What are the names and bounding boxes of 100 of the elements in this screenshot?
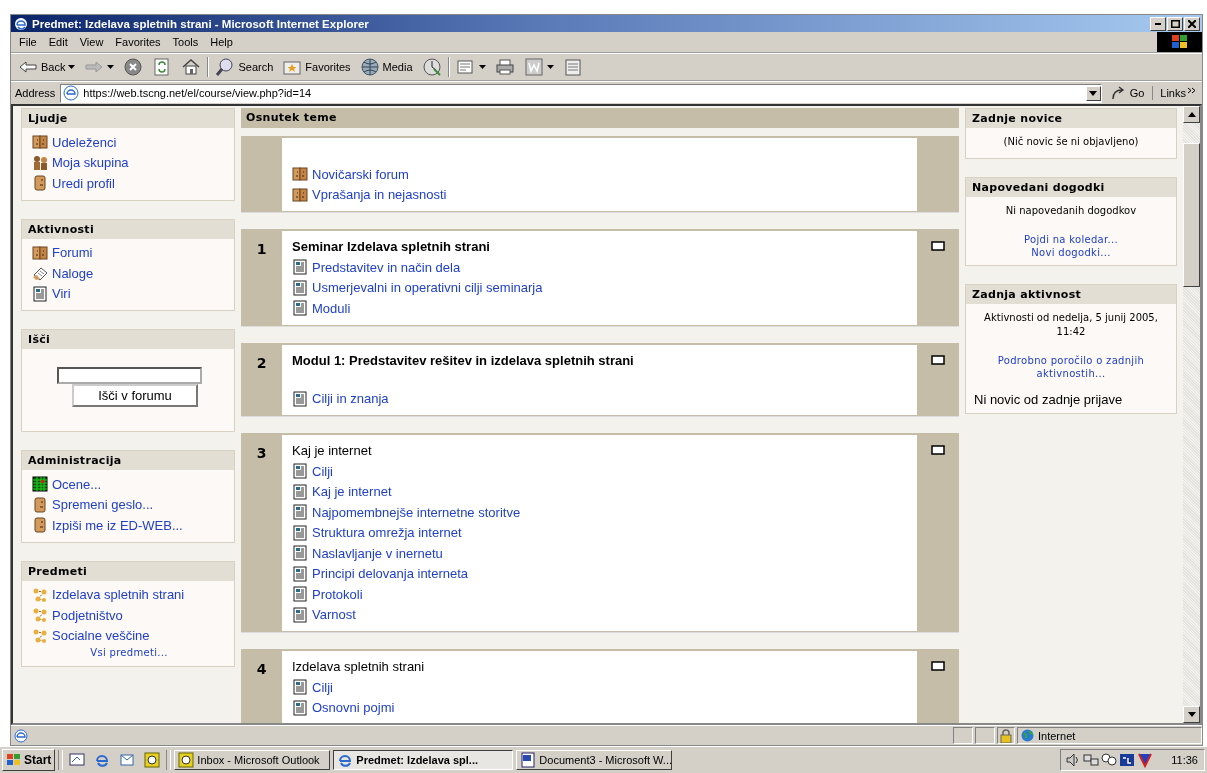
menu-item[interactable]: View xyxy=(73,36,110,48)
block-link[interactable]: Vsi predmeti... xyxy=(90,647,168,658)
scroll-up-button[interactable] xyxy=(1183,106,1200,123)
highlight-icon xyxy=(931,661,945,671)
clock-icon xyxy=(144,752,161,768)
section-link[interactable]: Predstavitev in način dela xyxy=(312,259,461,275)
caret-icon xyxy=(478,65,486,69)
maximize-button[interactable] xyxy=(1167,16,1183,31)
minimize-icon xyxy=(1155,22,1161,25)
document-icon xyxy=(32,285,48,302)
clock-icon xyxy=(421,57,442,77)
block-link[interactable]: Podjetništvo xyxy=(52,607,123,623)
document-icon xyxy=(292,279,308,296)
dropdown-button[interactable] xyxy=(1085,85,1101,101)
block-link[interactable]: Viri xyxy=(52,286,71,302)
caret-icon xyxy=(546,65,554,69)
keyboard-layout-icon xyxy=(1119,752,1136,768)
block-link[interactable]: Spremeni geslo... xyxy=(52,497,154,513)
taskbar-button[interactable]: Predmet: Izdelava spl... xyxy=(333,750,514,770)
section-title: Izdelava spletnih strani xyxy=(292,659,426,676)
section-link[interactable]: Novičarski forum xyxy=(312,166,409,182)
search-button[interactable]: Search xyxy=(212,56,277,78)
go-button[interactable]: Go xyxy=(1104,86,1154,100)
block-link[interactable]: Socialne veščine xyxy=(52,628,150,644)
document-icon xyxy=(292,504,308,521)
block-link[interactable]: Pojdi na koledar... xyxy=(970,233,1172,246)
section-link[interactable]: Moduli xyxy=(312,300,351,316)
menu-item[interactable]: Edit xyxy=(42,36,74,48)
block-link[interactable]: Uredi profil xyxy=(52,175,115,191)
person-icon xyxy=(32,175,48,192)
close-button[interactable] xyxy=(1184,16,1200,31)
block-link[interactable]: Novi dogodki... xyxy=(970,246,1172,259)
block-link[interactable]: Moja skupina xyxy=(52,155,129,171)
section-link[interactable]: Principi delovanja interneta xyxy=(312,566,469,582)
block-text: Aktivnosti od nedelja, 5 junij 2005, 11:42 xyxy=(983,311,1159,339)
document-icon xyxy=(292,300,308,317)
section-link[interactable]: Varnost xyxy=(312,607,356,623)
search-button[interactable]: Išči v forumu xyxy=(72,384,198,407)
globe-icon xyxy=(1021,729,1034,742)
grid-icon xyxy=(32,476,48,493)
start-button[interactable]: Start xyxy=(2,749,56,771)
search-field[interactable] xyxy=(56,367,202,384)
section-link[interactable]: Struktura omrežja internet xyxy=(312,525,462,541)
block-text: Ni novic od zadnje prijave xyxy=(973,392,1124,407)
printer-icon xyxy=(494,57,515,77)
caret-icon xyxy=(68,65,76,69)
links-button[interactable]: Links xyxy=(1156,87,1200,99)
taskbar-button[interactable]: Document3 - Microsoft W... xyxy=(516,750,673,770)
block-link[interactable]: Forumi xyxy=(52,245,93,261)
scroll-down-button[interactable] xyxy=(1183,706,1200,723)
back-button[interactable]: Back xyxy=(15,56,79,78)
page-icon xyxy=(63,85,80,101)
stop-icon xyxy=(123,57,144,77)
section-link[interactable]: Osnovni pojmi xyxy=(312,700,395,716)
menu-item[interactable]: Favorites xyxy=(109,36,167,48)
minimize-button[interactable] xyxy=(1150,16,1166,31)
block-link[interactable]: Ocene... xyxy=(52,476,102,492)
section-link[interactable]: Cilji xyxy=(312,679,333,695)
section-link[interactable]: Cilji in znanja xyxy=(312,391,389,407)
section-link[interactable]: Kaj je internet xyxy=(312,484,392,500)
document-icon xyxy=(292,586,308,603)
block-link[interactable]: Podrobno poročilo o zadnjih aktivnostih... xyxy=(970,354,1172,380)
block-header: Administracija xyxy=(22,451,234,470)
section-title: Modul 1: Predstavitev rešitev in izdelava spletnih strani xyxy=(292,352,635,370)
section-link[interactable]: Cilji xyxy=(312,463,333,479)
desktop-icon xyxy=(69,752,86,768)
scrollbar[interactable] xyxy=(1183,106,1200,723)
section-link[interactable]: Usmerjevalni in operativni cilji seminarja xyxy=(312,280,543,296)
block-link[interactable]: Izdelava spletnih strani xyxy=(52,587,185,603)
menu-item[interactable]: File xyxy=(13,36,43,48)
media-button[interactable]: Media xyxy=(356,56,416,78)
chevron-icon xyxy=(1188,87,1196,95)
section-title: Seminar Izdelava spletnih strani xyxy=(292,239,491,256)
notes-icon xyxy=(562,57,583,77)
browser-icon xyxy=(14,16,28,31)
block-link[interactable]: Naloge xyxy=(52,265,94,281)
block-link[interactable]: Izpiši me iz ED-WEB... xyxy=(52,517,183,533)
outlook-icon xyxy=(119,752,136,768)
favorites-button[interactable]: Favorites xyxy=(279,56,354,78)
home-icon xyxy=(181,57,202,77)
network-icon xyxy=(1083,752,1100,768)
section-link[interactable]: Najpomembnejše internetne storitve xyxy=(312,504,521,520)
caret-icon xyxy=(107,65,115,69)
block-text: Ni napovedanih dogodkov xyxy=(1004,204,1138,218)
taskbar-button[interactable]: Inbox - Microsoft Outlook xyxy=(174,750,331,770)
section-number: 2 xyxy=(256,354,267,371)
highlight-icon xyxy=(931,445,945,455)
mail-icon xyxy=(455,57,476,77)
document-icon xyxy=(520,752,537,768)
block-link[interactable]: Udeleženci xyxy=(52,134,117,150)
scroll-thumb[interactable] xyxy=(1183,143,1200,287)
document-icon xyxy=(292,565,308,582)
address-field[interactable]: https://web.tscng.net/el/course/view.php?id=14 xyxy=(60,83,1102,103)
section-link[interactable]: Vprašanja in nejasnosti xyxy=(312,187,447,203)
block-text: (Nič novic še ni objavljeno) xyxy=(1002,135,1140,149)
document-icon xyxy=(292,679,308,696)
section-link[interactable]: Naslavljanje v inernetu xyxy=(312,545,443,561)
section-link[interactable]: Protokoli xyxy=(312,586,363,602)
menu-item[interactable]: Tools xyxy=(166,36,205,48)
menu-item[interactable]: Help xyxy=(204,36,239,48)
